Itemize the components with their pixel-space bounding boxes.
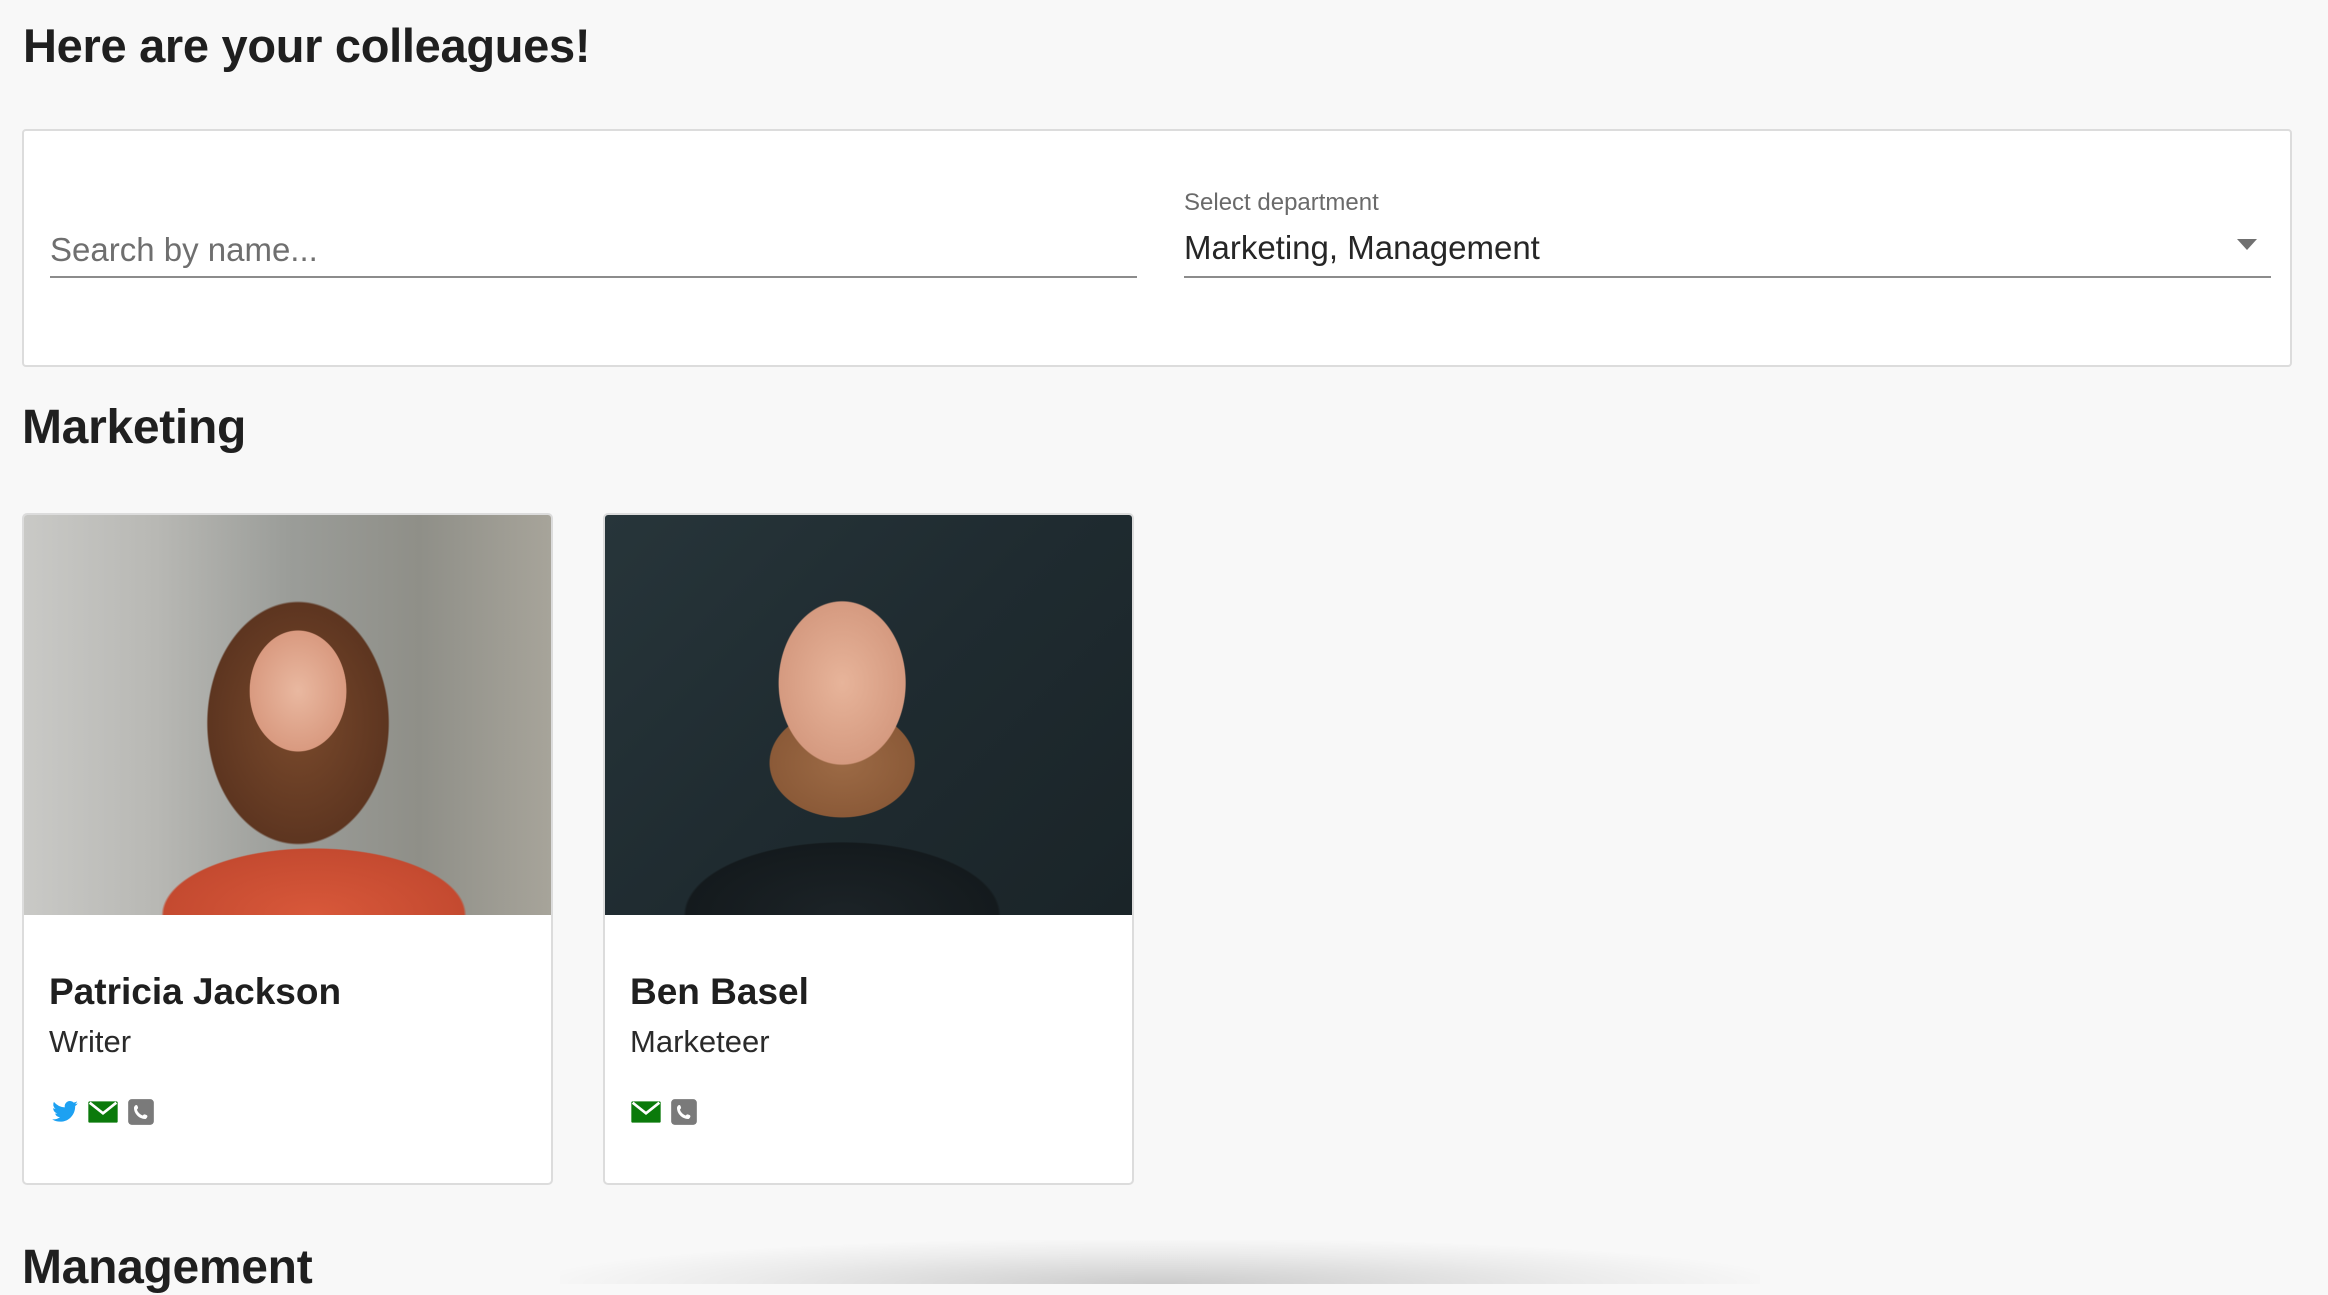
department-select[interactable]: Select department Marketing, Management	[1184, 131, 2271, 365]
page-title: Here are your colleagues!	[23, 19, 591, 72]
overlay-shadow	[560, 1240, 1760, 1284]
colleague-role: Marketeer	[630, 1024, 770, 1059]
colleague-card[interactable]: Ben Basel Marketeer	[603, 513, 1134, 1185]
search-underline	[50, 276, 1137, 278]
department-underline	[1184, 276, 2271, 278]
twitter-icon[interactable]	[49, 1098, 81, 1126]
department-value[interactable]: Marketing, Management	[1184, 229, 1540, 267]
phone-icon[interactable]	[668, 1098, 700, 1126]
email-icon[interactable]	[630, 1098, 662, 1126]
search-field	[50, 131, 1137, 365]
contact-icons	[49, 1098, 157, 1126]
dropdown-arrow-icon[interactable]	[2237, 239, 2257, 250]
colleague-role: Writer	[49, 1024, 132, 1059]
search-input[interactable]	[50, 225, 1137, 275]
colleague-name: Ben Basel	[630, 971, 809, 1012]
section-title-marketing: Marketing	[22, 401, 247, 454]
colleague-photo	[605, 515, 1132, 915]
colleague-card[interactable]: Patricia Jackson Writer	[22, 513, 553, 1185]
colleague-photo	[24, 515, 551, 915]
email-icon[interactable]	[87, 1098, 119, 1126]
section-title-management: Management	[22, 1241, 313, 1294]
colleague-name: Patricia Jackson	[49, 971, 342, 1012]
department-label: Select department	[1184, 189, 1379, 216]
phone-icon[interactable]	[125, 1098, 157, 1126]
contact-icons	[630, 1098, 700, 1126]
filter-panel: Select department Marketing, Management	[22, 129, 2292, 367]
